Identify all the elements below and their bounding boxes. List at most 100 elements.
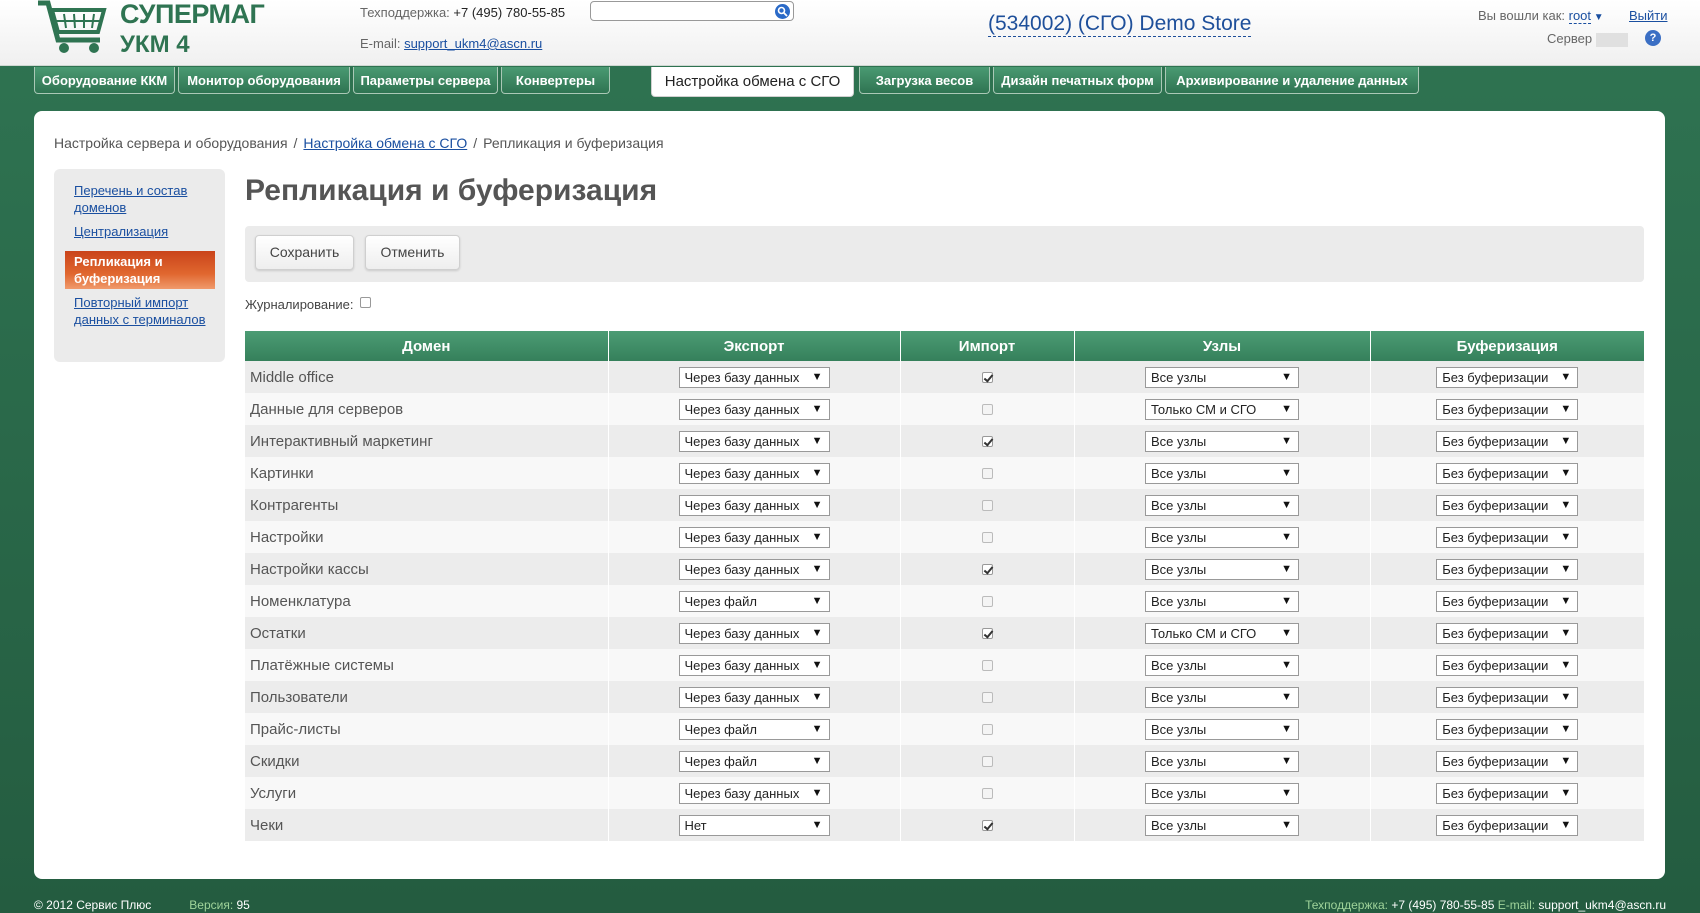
export-select[interactable]: Через базу данных ▼ (678, 366, 830, 388)
breadcrumb-item-sgo-exchange[interactable]: Настройка обмена с СГО (303, 135, 467, 151)
search-icon[interactable] (775, 4, 790, 19)
import-checkbox[interactable] (981, 724, 993, 736)
buffer-select[interactable]: Без буферизации ▼ (1436, 590, 1579, 612)
nodes-select[interactable]: Все узлы ▼ (1145, 654, 1299, 676)
nodes-select[interactable]: Все узлы ▼ (1145, 494, 1299, 516)
import-checkbox[interactable] (981, 660, 993, 672)
cancel-button[interactable]: Отменить (365, 235, 460, 270)
dropdown-arrow-icon: ▼ (1281, 786, 1292, 799)
import-cell (899, 649, 1074, 681)
logout-link[interactable]: Выйти (1629, 8, 1668, 23)
nodes-select[interactable]: Все узлы ▼ (1145, 366, 1299, 388)
footer-email[interactable]: support_ukm4@ascn.ru (1538, 898, 1666, 912)
export-select[interactable]: Через базу данных ▼ (678, 558, 830, 580)
buffer-select[interactable]: Без буферизации ▼ (1436, 526, 1579, 548)
tab-sgo-exchange[interactable]: Настройка обмена с СГО (651, 67, 854, 97)
buffer-select[interactable]: Без буферизации ▼ (1436, 430, 1579, 452)
import-checkbox[interactable] (981, 468, 993, 480)
sidebar-item-reimport[interactable]: Повторный импорт данных с терминалов (74, 294, 214, 328)
buffer-select[interactable]: Без буферизации ▼ (1436, 814, 1579, 836)
import-checkbox[interactable] (981, 756, 993, 768)
export-select[interactable]: Через базу данных ▼ (678, 782, 830, 804)
import-checkbox[interactable] (981, 436, 993, 448)
tab-converters[interactable]: Конвертеры (501, 67, 610, 94)
tab-print-forms-design[interactable]: Дизайн печатных форм (993, 67, 1162, 94)
tab-archiving[interactable]: Архивирование и удаление данных (1165, 67, 1419, 94)
server-value (1595, 32, 1628, 47)
chevron-down-icon[interactable]: ▼ (1591, 12, 1604, 23)
export-select[interactable]: Через файл ▼ (678, 750, 830, 772)
export-select[interactable]: Нет ▼ (678, 814, 830, 836)
export-select[interactable]: Через базу данных ▼ (678, 526, 830, 548)
nodes-select[interactable]: Все узлы ▼ (1145, 430, 1299, 452)
sidebar-item-replication[interactable]: Репликация и буферизация (65, 251, 215, 289)
user-menu[interactable]: root (1568, 8, 1592, 24)
buffer-select[interactable]: Без буферизации ▼ (1436, 622, 1579, 644)
export-select-value: Через файл (684, 721, 757, 737)
export-select[interactable]: Через базу данных ▼ (678, 398, 830, 420)
buffer-cell: Без буферизации ▼ (1369, 585, 1644, 617)
export-select[interactable]: Через базу данных ▼ (678, 462, 830, 484)
import-cell (899, 489, 1074, 521)
export-select[interactable]: Через базу данных ▼ (678, 686, 830, 708)
dropdown-arrow-icon: ▼ (1560, 754, 1572, 767)
buffer-select[interactable]: Без буферизации ▼ (1436, 718, 1579, 740)
sidebar-item-domains[interactable]: Перечень и состав доменов (74, 182, 214, 216)
save-button[interactable]: Сохранить (255, 235, 354, 270)
export-select[interactable]: Через базу данных ▼ (678, 430, 830, 452)
table-row: Интерактивный маркетинг Через базу данных… (245, 425, 1644, 457)
nodes-select[interactable]: Все узлы ▼ (1145, 686, 1299, 708)
nodes-select[interactable]: Только СМ и СГО ▼ (1145, 398, 1299, 420)
nodes-select[interactable]: Все узлы ▼ (1145, 462, 1299, 484)
search-input[interactable] (590, 1, 794, 21)
logo[interactable]: СУПЕРМАГ УКМ 4 (38, 0, 265, 62)
export-select[interactable]: Через базу данных ▼ (678, 494, 830, 516)
import-checkbox[interactable] (981, 692, 993, 704)
import-checkbox[interactable] (981, 564, 993, 576)
nodes-select[interactable]: Все узлы ▼ (1145, 750, 1299, 772)
nodes-select[interactable]: Все узлы ▼ (1145, 526, 1299, 548)
nodes-select[interactable]: Все узлы ▼ (1145, 558, 1299, 580)
export-select-value: Через базу данных (684, 401, 800, 417)
journal-checkbox[interactable] (360, 297, 372, 309)
nodes-select[interactable]: Все узлы ▼ (1145, 814, 1299, 836)
tab-scales-loading[interactable]: Загрузка весов (859, 67, 990, 94)
nodes-select[interactable]: Только СМ и СГО ▼ (1145, 622, 1299, 644)
buffer-select[interactable]: Без буферизации ▼ (1436, 686, 1579, 708)
export-select[interactable]: Через файл ▼ (678, 718, 830, 740)
import-checkbox[interactable] (981, 404, 993, 416)
nodes-select[interactable]: Все узлы ▼ (1145, 590, 1299, 612)
import-checkbox[interactable] (981, 820, 993, 832)
import-checkbox[interactable] (981, 628, 993, 640)
import-checkbox[interactable] (981, 372, 993, 384)
export-cell: Через файл ▼ (607, 585, 900, 617)
support-email-link[interactable]: support_ukm4@ascn.ru (404, 36, 542, 51)
buffer-select[interactable]: Без буферизации ▼ (1436, 366, 1579, 388)
store-name-link[interactable]: (534002) (СГО) Demo Store (988, 12, 1252, 37)
buffer-select[interactable]: Без буферизации ▼ (1436, 782, 1579, 804)
import-checkbox[interactable] (981, 532, 993, 544)
buffer-select[interactable]: Без буферизации ▼ (1436, 494, 1579, 516)
buffer-select-value: Без буферизации (1442, 465, 1549, 481)
tab-server-params[interactable]: Параметры сервера (353, 67, 498, 94)
help-icon[interactable]: ? (1645, 30, 1661, 46)
buffer-select[interactable]: Без буферизации ▼ (1436, 654, 1579, 676)
nodes-select[interactable]: Все узлы ▼ (1145, 718, 1299, 740)
tab-equipment-monitor[interactable]: Монитор оборудования (178, 67, 350, 94)
buffer-select[interactable]: Без буферизации ▼ (1436, 750, 1579, 772)
dropdown-arrow-icon: ▼ (1281, 626, 1292, 639)
import-checkbox[interactable] (981, 500, 993, 512)
tab-kkm-equipment[interactable]: Оборудование ККМ (34, 67, 175, 94)
import-checkbox[interactable] (981, 788, 993, 800)
dropdown-arrow-icon: ▼ (1281, 658, 1292, 671)
import-checkbox[interactable] (981, 596, 993, 608)
sidebar-item-centralization[interactable]: Централизация (74, 223, 214, 240)
export-select[interactable]: Через базу данных ▼ (678, 654, 830, 676)
nodes-select[interactable]: Все узлы ▼ (1145, 782, 1299, 804)
buffer-select[interactable]: Без буферизации ▼ (1436, 398, 1579, 420)
buffer-select[interactable]: Без буферизации ▼ (1436, 558, 1579, 580)
export-select[interactable]: Через базу данных ▼ (678, 622, 830, 644)
buffer-select[interactable]: Без буферизации ▼ (1436, 462, 1579, 484)
import-cell (899, 393, 1074, 425)
export-select[interactable]: Через файл ▼ (678, 590, 830, 612)
